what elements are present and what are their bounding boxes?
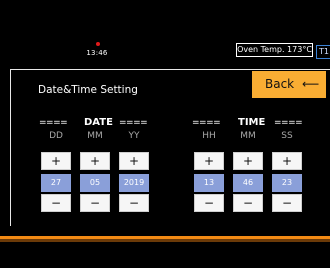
status-bar: 13:46 Oven Temp. 173°C T1 bbox=[0, 0, 330, 66]
year-label: YY bbox=[128, 131, 140, 141]
mode-indicator: T1 bbox=[316, 45, 330, 59]
minute-decrement-button[interactable]: − bbox=[233, 194, 263, 212]
oven-temp-display: Oven Temp. 173°C bbox=[236, 43, 313, 57]
day-value[interactable]: 27 bbox=[41, 174, 71, 192]
second-increment-button[interactable]: + bbox=[272, 152, 302, 170]
hour-value[interactable]: 13 bbox=[194, 174, 224, 192]
day-decrement-button[interactable]: − bbox=[41, 194, 71, 212]
date-header-label: DATE bbox=[84, 117, 113, 128]
month-decrement-button[interactable]: − bbox=[80, 194, 110, 212]
alarm-indicator-icon bbox=[96, 42, 100, 46]
date-header-left-rule: ==== bbox=[39, 118, 68, 128]
day-increment-button[interactable]: + bbox=[41, 152, 71, 170]
second-label: SS bbox=[281, 131, 293, 141]
back-button-label: Back bbox=[265, 77, 295, 91]
month-increment-button[interactable]: + bbox=[80, 152, 110, 170]
month-label: MM bbox=[87, 131, 103, 141]
minute-value[interactable]: 46 bbox=[233, 174, 263, 192]
hour-decrement-button[interactable]: − bbox=[194, 194, 224, 212]
second-value[interactable]: 23 bbox=[272, 174, 302, 192]
minute-label: MM bbox=[240, 131, 256, 141]
time-header-right-rule: ==== bbox=[274, 118, 303, 128]
time-header-label: TIME bbox=[238, 117, 266, 128]
day-label: DD bbox=[49, 131, 63, 141]
page-title: Date&Time Setting bbox=[38, 84, 138, 96]
clock: 13:46 bbox=[86, 49, 108, 57]
back-button[interactable]: Back ⟵ bbox=[252, 71, 326, 98]
second-decrement-button[interactable]: − bbox=[272, 194, 302, 212]
minute-increment-button[interactable]: + bbox=[233, 152, 263, 170]
hour-label: HH bbox=[202, 131, 216, 141]
hour-increment-button[interactable]: + bbox=[194, 152, 224, 170]
footer-stripe-shadow bbox=[0, 239, 330, 242]
screen: 13:46 Oven Temp. 173°C T1 Date&Time Sett… bbox=[0, 0, 330, 268]
arrow-left-icon: ⟵ bbox=[301, 77, 320, 91]
year-decrement-button[interactable]: − bbox=[119, 194, 149, 212]
year-increment-button[interactable]: + bbox=[119, 152, 149, 170]
month-value[interactable]: 05 bbox=[80, 174, 110, 192]
year-value[interactable]: 2019 bbox=[119, 174, 149, 192]
date-header-right-rule: ==== bbox=[119, 118, 148, 128]
time-header-left-rule: ==== bbox=[192, 118, 221, 128]
